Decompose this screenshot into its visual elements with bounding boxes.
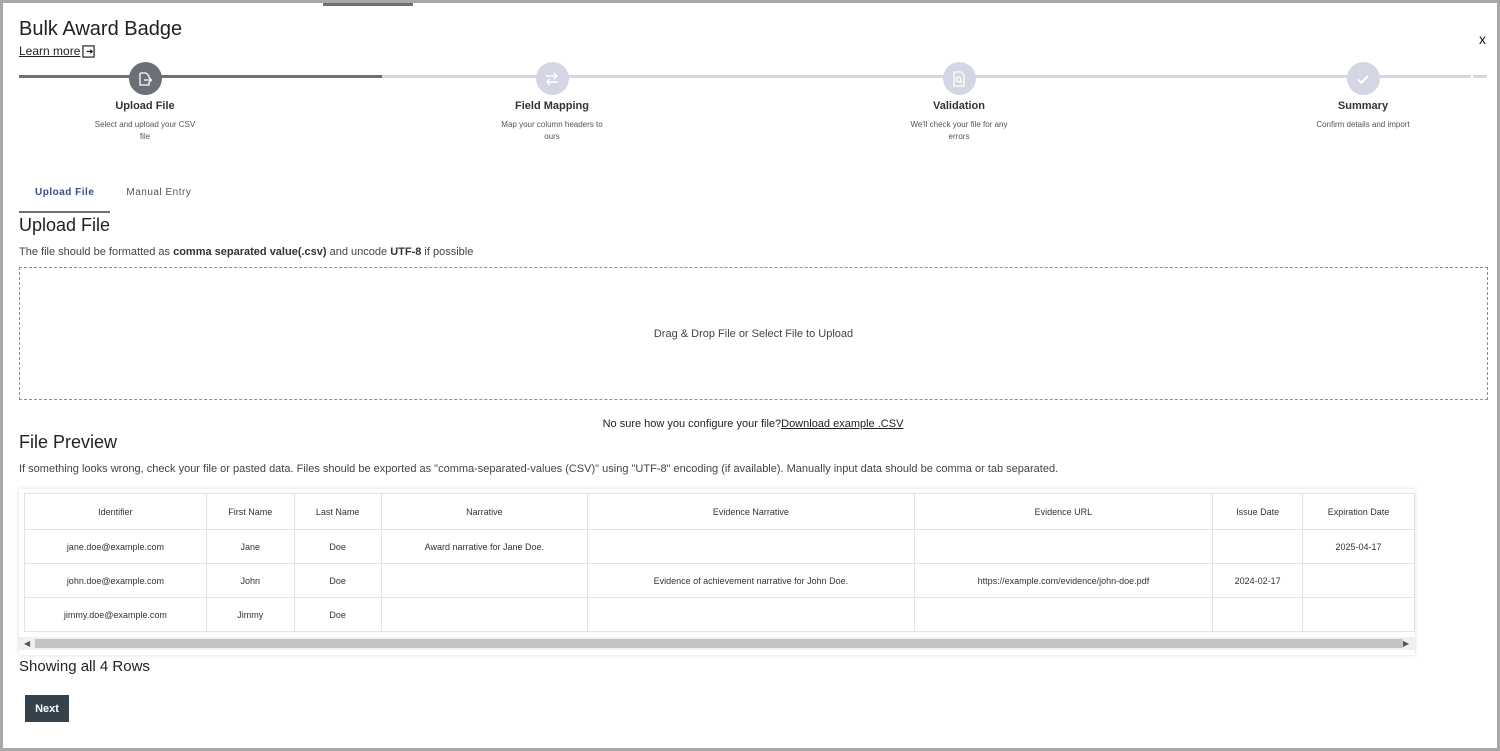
modal-title: Bulk Award Badge	[19, 18, 183, 40]
table-cell: Doe	[293, 597, 382, 632]
table-cell: jane.doe@example.com	[24, 529, 207, 564]
table-cell: 2024-02-17	[1212, 563, 1304, 598]
column-header: Narrative	[380, 493, 589, 530]
column-header: Issue Date	[1212, 493, 1304, 530]
step-field-mapping: Field Mapping Map your column headers to…	[472, 62, 632, 143]
table-cell	[587, 597, 915, 632]
learn-more-link[interactable]: Learn more	[19, 44, 96, 58]
table-cell	[380, 597, 589, 632]
table-cell: John	[205, 563, 295, 598]
swap-arrows-icon	[546, 72, 558, 85]
step-upload-file: Upload File Select and upload your CSV f…	[65, 62, 225, 143]
column-header: Evidence Narrative	[587, 493, 915, 530]
table-cell	[587, 529, 915, 564]
upload-file-icon	[139, 71, 153, 86]
table-cell	[1302, 563, 1415, 598]
table-cell	[380, 563, 589, 598]
file-search-icon	[953, 70, 965, 87]
column-header: Evidence URL	[913, 493, 1214, 530]
table-cell: 2025-04-17	[1302, 529, 1415, 564]
window-tab-indicator	[323, 3, 413, 6]
csv-help: No sure how you configure your file?Down…	[602, 418, 904, 430]
table-cell	[1212, 529, 1304, 564]
scrollbar-thumb[interactable]	[35, 639, 1403, 648]
checkmark-icon	[1357, 74, 1369, 84]
step-validation: Validation We'll check your file for any…	[879, 62, 1039, 143]
step-desc: Map your column headers to ours	[501, 120, 603, 141]
table-cell	[1302, 597, 1415, 632]
preview-description: If something looks wrong, check your fil…	[19, 463, 1059, 475]
upload-tabs: Upload File Manual Entry	[19, 179, 207, 213]
horizontal-scrollbar[interactable]: ◀ ▶	[19, 637, 1415, 650]
table-cell: Evidence of achievement narrative for Jo…	[587, 563, 915, 598]
external-link-icon	[82, 44, 96, 58]
step-circle	[535, 62, 569, 95]
table-cell: Doe	[293, 563, 382, 598]
step-circle	[128, 62, 162, 95]
download-example-link[interactable]: Download example .CSV	[781, 418, 903, 430]
table-cell	[913, 597, 1214, 632]
preview-table: Identifier First Name Last Name Narrativ…	[24, 493, 1415, 632]
tab-manual-entry[interactable]: Manual Entry	[110, 179, 207, 213]
table-row: jimmy.doe@example.com Jimmy Doe	[24, 597, 1415, 632]
step-circle	[1346, 62, 1380, 95]
table-cell: john.doe@example.com	[24, 563, 207, 598]
rows-count: Showing all 4 Rows	[19, 658, 150, 675]
preview-table-container: Identifier First Name Last Name Narrativ…	[19, 489, 1415, 655]
table-cell: https://example.com/evidence/john-doe.pd…	[913, 563, 1214, 598]
column-header: Last Name	[293, 493, 382, 530]
step-summary: Summary Confirm details and import	[1283, 62, 1443, 131]
step-title: Validation	[933, 100, 985, 112]
scroll-right-icon[interactable]: ▶	[1403, 639, 1409, 648]
step-circle	[942, 62, 976, 95]
column-header: Expiration Date	[1302, 493, 1415, 530]
step-title: Summary	[1337, 100, 1389, 112]
tab-upload-file[interactable]: Upload File	[19, 179, 111, 213]
dropzone-label: Drag & Drop File or Select File to Uploa…	[653, 327, 854, 340]
preview-heading: File Preview	[19, 432, 118, 452]
upload-instructions: The file should be formatted as comma se…	[19, 246, 474, 258]
table-row: jane.doe@example.com Jane Doe Award narr…	[24, 529, 1415, 564]
table-cell: jimmy.doe@example.com	[24, 597, 207, 632]
next-button[interactable]: Next	[25, 695, 69, 722]
step-title: Upload File	[115, 100, 175, 112]
table-header-row: Identifier First Name Last Name Narrativ…	[24, 493, 1415, 530]
table-cell: Award narrative for Jane Doe.	[380, 529, 589, 564]
scroll-left-icon[interactable]: ◀	[24, 639, 30, 648]
step-desc: Select and upload your CSV file	[94, 120, 196, 141]
step-desc: Confirm details and import	[1316, 120, 1410, 129]
step-title: Field Mapping	[515, 100, 589, 112]
file-dropzone[interactable]: Drag & Drop File or Select File to Uploa…	[19, 267, 1488, 400]
close-button[interactable]: x	[1479, 31, 1486, 47]
column-header: Identifier	[24, 493, 207, 530]
table-cell: Jane	[205, 529, 295, 564]
table-row: john.doe@example.com John Doe Evidence o…	[24, 563, 1415, 598]
table-cell	[913, 529, 1214, 564]
upload-heading: Upload File	[19, 215, 111, 235]
table-cell	[1212, 597, 1304, 632]
table-cell: Jimmy	[205, 597, 295, 632]
learn-more-label: Learn more	[19, 44, 81, 58]
modal-frame: Bulk Award Badge Learn more x Upload Fil…	[0, 0, 1500, 751]
step-desc: We'll check your file for any errors	[910, 120, 1008, 141]
table-cell: Doe	[293, 529, 382, 564]
column-header: First Name	[205, 493, 295, 530]
